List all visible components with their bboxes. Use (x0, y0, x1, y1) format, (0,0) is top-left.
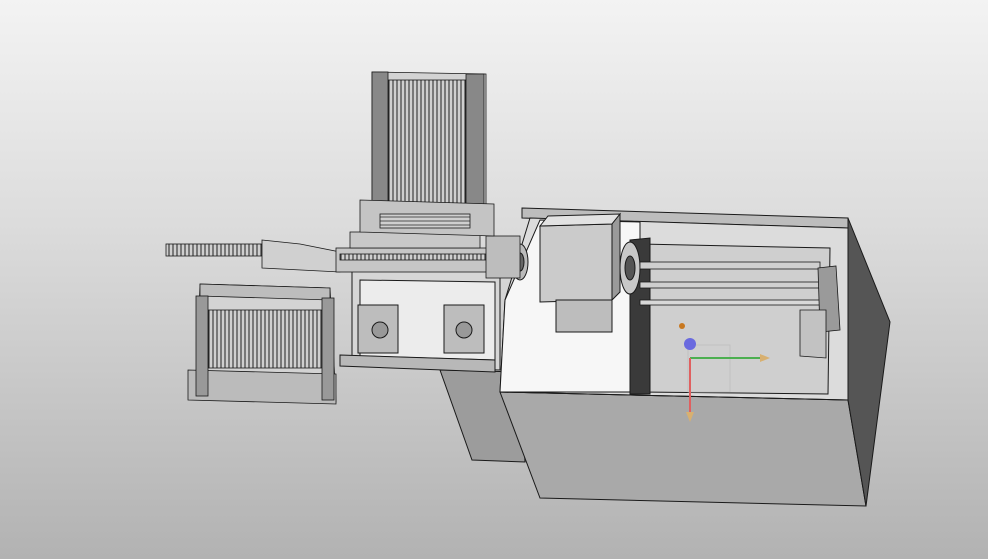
cad-3d-viewport[interactable] (0, 0, 988, 559)
horizontal-rail[interactable] (165, 231, 521, 279)
model-canvas[interactable] (0, 0, 988, 559)
machine-base[interactable] (339, 267, 501, 373)
vertical-magazine[interactable] (359, 71, 495, 237)
tray-magazine[interactable] (187, 283, 337, 405)
